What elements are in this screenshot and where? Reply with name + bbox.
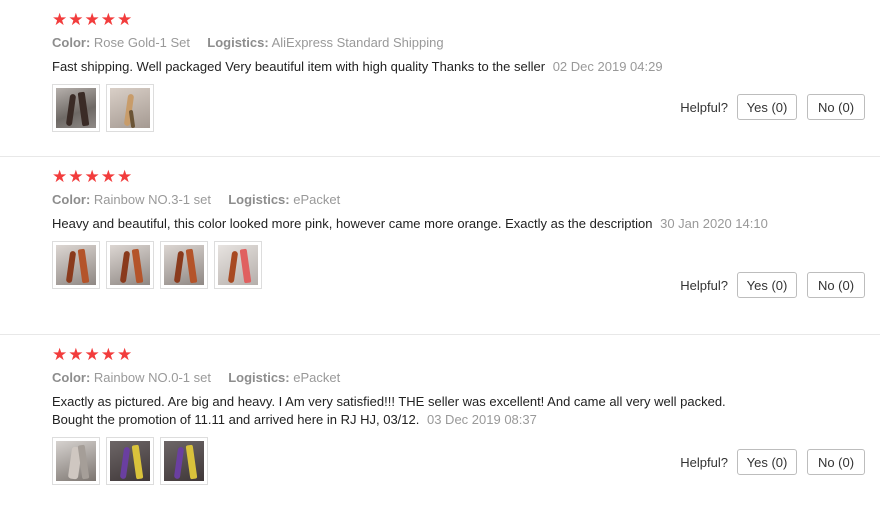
review-body: Heavy and beautiful, this color looked m… — [52, 216, 653, 231]
rating-stars: ★ ★ ★ ★ ★ — [52, 10, 880, 29]
review-meta: Color: Rose Gold-1 Set Logistics: AliExp… — [52, 34, 880, 52]
helpful-voting: Helpful? Yes (0) No (0) — [680, 94, 865, 120]
color-label: Color: — [52, 192, 91, 207]
review-image-thumbnail[interactable] — [52, 437, 100, 485]
star-icon: ★ — [84, 167, 100, 186]
review-body-line-2: Bought the promotion of 11.11 and arrive… — [52, 412, 420, 427]
review-date: 03 Dec 2019 08:37 — [426, 412, 537, 427]
star-icon: ★ — [84, 345, 100, 364]
helpful-label: Helpful? — [680, 99, 728, 115]
helpful-label: Helpful? — [680, 277, 728, 293]
star-icon: ★ — [52, 10, 68, 29]
star-icon: ★ — [68, 167, 84, 186]
rating-stars: ★ ★ ★ ★ ★ — [52, 345, 880, 364]
logistics-label: Logistics: — [228, 192, 290, 207]
helpful-label: Helpful? — [680, 454, 728, 470]
review-date: 30 Jan 2020 14:10 — [660, 216, 768, 231]
review-date: 02 Dec 2019 04:29 — [552, 59, 663, 74]
review-image-thumbnail[interactable] — [160, 437, 208, 485]
review-item: ★ ★ ★ ★ ★ Color: Rainbow NO.0-1 set Logi… — [0, 335, 880, 508]
star-icon: ★ — [52, 167, 68, 186]
color-label: Color: — [52, 370, 91, 385]
rating-stars: ★ ★ ★ ★ ★ — [52, 167, 880, 186]
helpful-no-button[interactable]: No (0) — [807, 94, 865, 120]
color-value: Rainbow NO.0-1 set — [93, 370, 211, 385]
logistics-value: ePacket — [293, 370, 341, 385]
star-icon: ★ — [100, 10, 116, 29]
review-meta: Color: Rainbow NO.0-1 set Logistics: ePa… — [52, 369, 880, 387]
logistics-value: ePacket — [293, 192, 341, 207]
helpful-yes-button[interactable]: Yes (0) — [737, 94, 797, 120]
helpful-yes-button[interactable]: Yes (0) — [737, 272, 797, 298]
review-image-thumbnail[interactable] — [160, 241, 208, 289]
star-icon: ★ — [100, 345, 116, 364]
color-value: Rose Gold-1 Set — [93, 35, 191, 50]
star-icon: ★ — [117, 345, 133, 364]
review-image-thumbnail[interactable] — [52, 241, 100, 289]
logistics-label: Logistics: — [207, 35, 269, 50]
review-text: Exactly as pictured. Are big and heavy. … — [52, 393, 772, 429]
review-image-thumbnail[interactable] — [106, 241, 154, 289]
color-label: Color: — [52, 35, 91, 50]
review-meta: Color: Rainbow NO.3-1 set Logistics: ePa… — [52, 191, 880, 209]
star-icon: ★ — [68, 345, 84, 364]
review-item: ★ ★ ★ ★ ★ Color: Rainbow NO.3-1 set Logi… — [0, 157, 880, 335]
review-image-thumbnail[interactable] — [106, 437, 154, 485]
review-image-thumbnail[interactable] — [214, 241, 262, 289]
star-icon: ★ — [68, 10, 84, 29]
logistics-value: AliExpress Standard Shipping — [271, 35, 444, 50]
star-icon: ★ — [117, 10, 133, 29]
review-body: Fast shipping. Well packaged Very beauti… — [52, 59, 546, 74]
review-text: Fast shipping. Well packaged Very beauti… — [52, 58, 772, 76]
logistics-label: Logistics: — [228, 370, 290, 385]
review-body-line-1: Exactly as pictured. Are big and heavy. … — [52, 394, 726, 409]
review-item: ★ ★ ★ ★ ★ Color: Rose Gold-1 Set Logisti… — [0, 0, 880, 157]
star-icon: ★ — [52, 345, 68, 364]
helpful-yes-button[interactable]: Yes (0) — [737, 449, 797, 475]
review-image-thumbnail[interactable] — [52, 84, 100, 132]
star-icon: ★ — [117, 167, 133, 186]
helpful-no-button[interactable]: No (0) — [807, 449, 865, 475]
helpful-voting: Helpful? Yes (0) No (0) — [680, 272, 865, 298]
helpful-voting: Helpful? Yes (0) No (0) — [680, 449, 865, 475]
star-icon: ★ — [84, 10, 100, 29]
star-icon: ★ — [100, 167, 116, 186]
color-value: Rainbow NO.3-1 set — [93, 192, 211, 207]
review-text: Heavy and beautiful, this color looked m… — [52, 215, 772, 233]
helpful-no-button[interactable]: No (0) — [807, 272, 865, 298]
review-image-thumbnail[interactable] — [106, 84, 154, 132]
